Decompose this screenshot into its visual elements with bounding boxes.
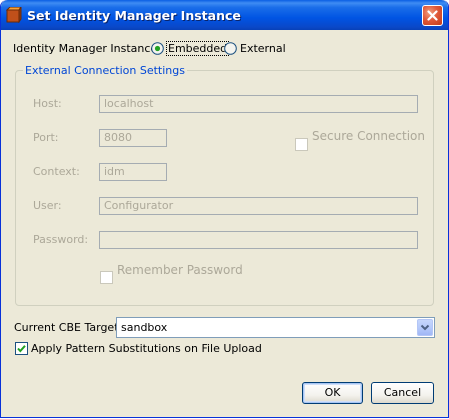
window-title: Set Identity Manager Instance [27, 8, 241, 23]
context-field[interactable]: idm [99, 163, 167, 181]
user-field[interactable]: Configurator [99, 197, 418, 215]
user-label: User: [33, 199, 62, 212]
host-field[interactable]: localhost [99, 95, 418, 113]
port-label: Port: [33, 131, 59, 144]
remember-password-checkbox[interactable] [100, 271, 113, 284]
chevron-down-icon [420, 324, 430, 331]
dialog-window: Set Identity Manager Instance Identity M… [0, 0, 449, 418]
port-field[interactable]: 8080 [99, 129, 167, 147]
close-button[interactable] [422, 5, 443, 26]
group-legend: External Connection Settings [23, 64, 187, 77]
host-label: Host: [33, 97, 62, 110]
checkmark-icon [17, 345, 26, 353]
cbe-target-label: Current CBE Target: [14, 321, 123, 334]
cancel-button[interactable]: Cancel [371, 382, 434, 404]
ok-button[interactable]: OK [302, 382, 363, 404]
radio-external-label[interactable]: External [240, 42, 286, 55]
remember-password-label: Remember Password [117, 263, 243, 277]
context-label: Context: [33, 165, 80, 178]
pattern-substitution-label: Apply Pattern Substitutions on File Uplo… [31, 342, 262, 355]
radio-embedded[interactable] [151, 42, 164, 55]
close-icon [427, 10, 438, 21]
password-field[interactable] [99, 231, 418, 249]
title-bar[interactable]: Set Identity Manager Instance [1, 0, 448, 30]
dropdown-button[interactable] [417, 319, 433, 336]
radio-external[interactable] [224, 42, 237, 55]
secure-connection-label: Secure Connection [312, 129, 425, 143]
cbe-target-select[interactable]: sandbox [116, 317, 435, 338]
secure-connection-checkbox[interactable] [295, 138, 308, 151]
password-label: Password: [33, 233, 89, 246]
cbe-target-value: sandbox [121, 321, 168, 334]
radio-embedded-label[interactable]: Embedded [166, 41, 230, 56]
pattern-substitution-checkbox[interactable] [15, 342, 28, 355]
app-icon [5, 5, 22, 24]
instance-label: Identity Manager Instance: [13, 42, 161, 55]
